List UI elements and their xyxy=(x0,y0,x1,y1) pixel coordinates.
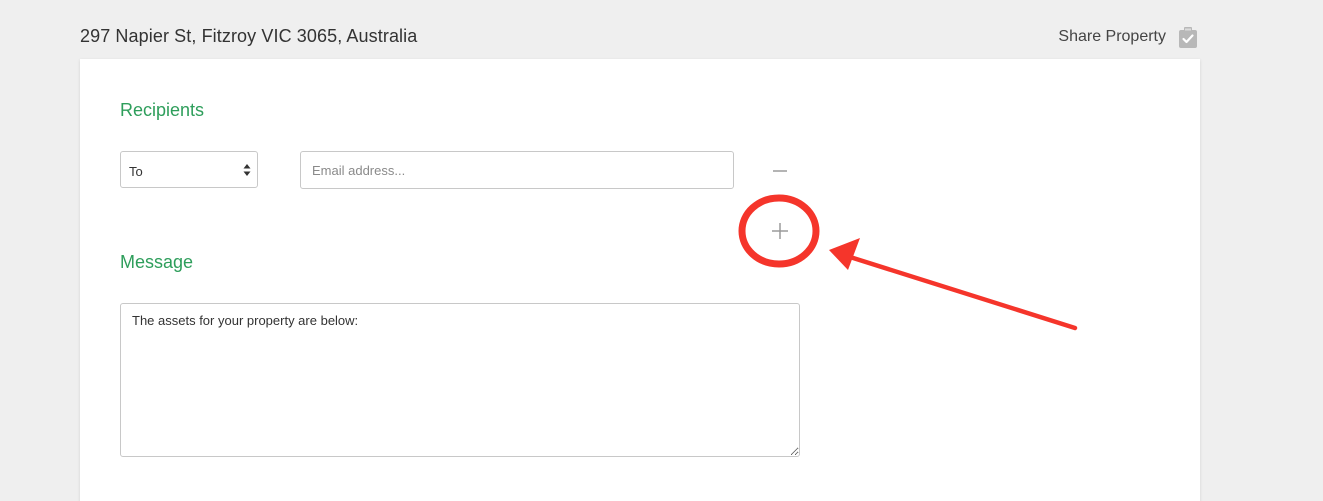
email-address-input[interactable] xyxy=(300,151,734,189)
remove-recipient-button[interactable] xyxy=(770,161,790,181)
select-arrows-icon xyxy=(243,163,251,177)
plus-icon xyxy=(772,223,788,239)
recipient-type-value: To xyxy=(129,164,143,179)
recipient-type-select[interactable]: To xyxy=(120,151,258,188)
recipients-heading: Recipients xyxy=(120,100,205,120)
share-property-page: 297 Napier St, Fitzroy VIC 3065, Austral… xyxy=(0,0,1323,501)
clipboard-check-icon xyxy=(1177,26,1199,48)
share-property-label: Share Property xyxy=(1058,28,1166,45)
property-address: 297 Napier St, Fitzroy VIC 3065, Austral… xyxy=(80,26,418,46)
minus-icon xyxy=(773,170,787,172)
add-recipient-button[interactable] xyxy=(768,219,792,243)
share-property-button[interactable]: Share Property xyxy=(1058,26,1199,48)
share-form-card: Recipients To Message The assets for xyxy=(80,59,1200,501)
message-textarea[interactable]: The assets for your property are below: xyxy=(120,303,800,457)
message-heading: Message xyxy=(120,252,194,272)
